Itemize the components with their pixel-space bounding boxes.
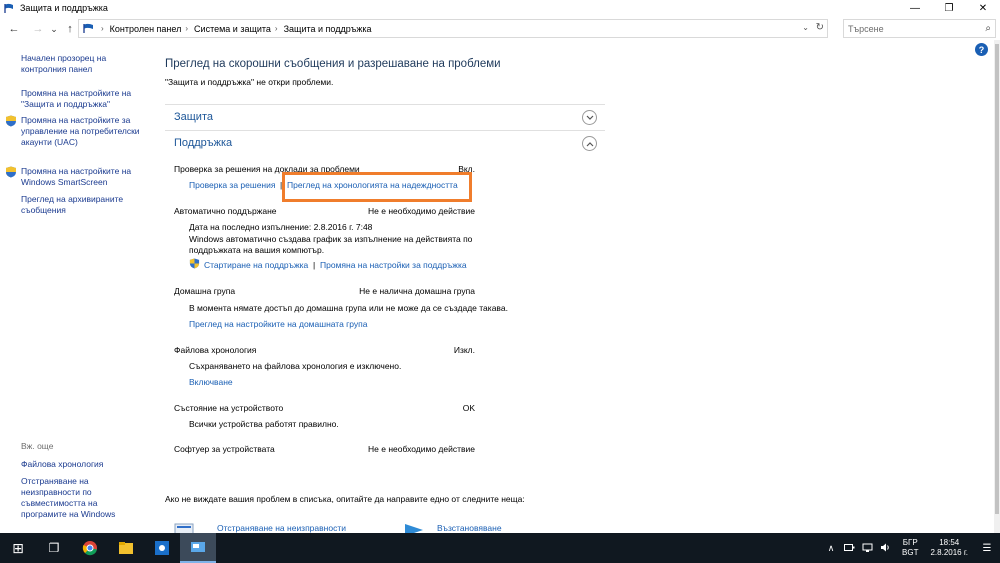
auto-maintenance-desc: Windows автоматично създава график за из…: [189, 234, 473, 255]
refresh-icon[interactable]: ↻: [816, 22, 824, 33]
crumb-separator: ›: [101, 24, 104, 33]
flag-icon: [3, 2, 15, 14]
homegroup-label: Домашна група: [174, 286, 236, 296]
section-security-label: Защита: [174, 111, 213, 123]
system-tray: ∧ БГР BGT 18:54 2.8.2016 г. ☰: [822, 533, 1000, 563]
recovery-icon: [403, 522, 425, 533]
start-button[interactable]: ⊞: [0, 533, 36, 563]
control-panel-taskbar-icon[interactable]: [180, 533, 216, 563]
turn-on-file-history-link[interactable]: Включване: [189, 377, 233, 387]
file-history-label: Файлова хронология: [174, 345, 257, 355]
device-software-label: Софтуер за устройствата: [174, 444, 275, 454]
language-indicator[interactable]: БГР BGT: [902, 538, 918, 558]
left-link-compatibility-troubleshooter[interactable]: Отстраняване на неизправности по съвмест…: [21, 476, 141, 520]
breadcrumb-control-panel[interactable]: Контролен панел: [110, 24, 182, 34]
search-icon[interactable]: ⌕: [985, 23, 991, 34]
homegroup-desc: В момента нямате достъп до домашна група…: [189, 303, 508, 313]
clock[interactable]: 18:54 2.8.2016 г.: [930, 538, 968, 558]
maximize-button[interactable]: ❐: [932, 0, 966, 16]
change-maintenance-settings-link[interactable]: Промяна на настройки за поддръжка: [320, 260, 467, 270]
keyboard-layout: BGT: [902, 548, 919, 557]
see-also-heading: Вж. още: [21, 441, 54, 451]
troubleshooting-link[interactable]: Отстраняване на неизправности: [217, 523, 346, 533]
left-link-archived-messages[interactable]: Преглед на архивираните съобщения: [21, 194, 141, 216]
shield-icon: [5, 115, 17, 127]
close-button[interactable]: ✕: [966, 0, 1000, 16]
task-view-button[interactable]: ❐: [36, 533, 72, 563]
title-bar: Защита и поддръжка — ❐ ✕: [0, 0, 1000, 16]
up-button[interactable]: ↑: [62, 20, 78, 38]
auto-maintenance-status: Не е необходимо действие: [368, 206, 475, 216]
left-pane: Начален прозорец на контролния панел Про…: [0, 48, 150, 533]
shield-icon: [5, 166, 17, 178]
auto-maintenance-label: Автоматично поддържане: [174, 206, 277, 216]
section-security[interactable]: Защита: [165, 104, 605, 130]
vertical-scrollbar[interactable]: [994, 40, 1000, 533]
homegroup-settings-link[interactable]: Преглед на настройките на домашната груп…: [189, 319, 368, 329]
breadcrumb-system-security[interactable]: Система и защита: [194, 24, 271, 34]
file-explorer-icon[interactable]: [108, 533, 144, 563]
device-status-label: Състояние на устройството: [174, 403, 284, 413]
link-separator: |: [313, 260, 316, 270]
recovery-link[interactable]: Възстановяване: [437, 523, 502, 533]
power-icon[interactable]: [842, 543, 856, 554]
scrollbar-thumb[interactable]: [995, 44, 999, 514]
page-title: Преглед на скорошни съобщения и разрешав…: [165, 58, 501, 70]
brightness-app-icon[interactable]: [144, 533, 180, 563]
check-for-solutions-link[interactable]: Проверка за решения: [189, 180, 275, 190]
chevron-up-icon[interactable]: [582, 136, 597, 151]
clock-time: 18:54: [939, 538, 960, 547]
back-button[interactable]: ←: [6, 20, 22, 38]
left-link-file-history[interactable]: Файлова хронология: [21, 459, 141, 470]
language-code: БГР: [902, 538, 918, 547]
recent-locations-button[interactable]: ⌄: [46, 20, 62, 38]
left-link-uac-settings[interactable]: Промяна на настройките за управление на …: [21, 115, 141, 148]
device-status-desc: Всички устройства работят правилно.: [189, 419, 339, 429]
left-link-change-security-settings[interactable]: Промяна на настройките на "Защита и подд…: [21, 88, 141, 110]
volume-icon[interactable]: [878, 543, 892, 554]
breadcrumb-security-maintenance[interactable]: Защита и поддръжка: [284, 24, 372, 34]
section-maintenance[interactable]: Поддръжка: [165, 130, 605, 156]
footer-text: Ако не виждате вашия проблем в списъка, …: [165, 494, 525, 504]
notification-icon[interactable]: ☰: [974, 533, 1000, 563]
shield-icon: [189, 258, 200, 269]
minimize-button[interactable]: —: [898, 0, 932, 16]
main-content: Преглед на скорошни съобщения и разрешав…: [165, 48, 995, 533]
file-history-desc: Съхраняването на файлова хронология е из…: [189, 361, 402, 371]
crumb-separator[interactable]: ›: [275, 24, 278, 33]
file-history-status: Изкл.: [453, 345, 475, 355]
search-input[interactable]: Търсене ⌕: [843, 19, 996, 38]
start-maintenance-link[interactable]: Стартиране на поддръжка: [204, 260, 308, 270]
left-link-smartscreen[interactable]: Промяна на настройките на Windows SmartS…: [21, 166, 141, 188]
address-box[interactable]: › Контролен панел › Система и защита › З…: [78, 19, 828, 38]
crumb-separator[interactable]: ›: [185, 24, 188, 33]
auto-maintenance-last-run: Дата на последно изпълнение: 2.8.2016 г.…: [189, 222, 373, 232]
chevron-down-icon[interactable]: [582, 110, 597, 125]
left-link-control-panel-home[interactable]: Начален прозорец на контролния панел: [21, 53, 141, 75]
device-software-status: Не е необходимо действие: [368, 444, 475, 454]
address-bar: ← → ⌄ ↑ › Контролен панел › Система и за…: [0, 18, 1000, 40]
chevron-down-icon[interactable]: ⌄: [802, 23, 809, 32]
search-placeholder: Търсене: [848, 23, 884, 34]
forward-button[interactable]: →: [30, 20, 46, 38]
chevron-up-icon[interactable]: ∧: [824, 543, 838, 554]
chrome-icon[interactable]: [72, 533, 108, 563]
homegroup-status: Не е налична домашна група: [359, 286, 475, 296]
troubleshooting-icon: [173, 522, 195, 533]
taskbar: ⊞ ❐ ∧ БГР BGT 18:54 2.8.2016 г. ☰: [0, 533, 1000, 563]
highlight-box: [282, 172, 472, 202]
control-panel-icon: [83, 23, 95, 34]
clock-date: 2.8.2016 г.: [930, 548, 968, 557]
window-title: Защита и поддръжка: [20, 3, 108, 13]
section-maintenance-label: Поддръжка: [174, 137, 233, 149]
page-subtitle: "Защита и поддръжка" не откри проблеми.: [165, 77, 334, 87]
device-status-status: OK: [462, 403, 475, 413]
network-icon[interactable]: [860, 543, 874, 554]
